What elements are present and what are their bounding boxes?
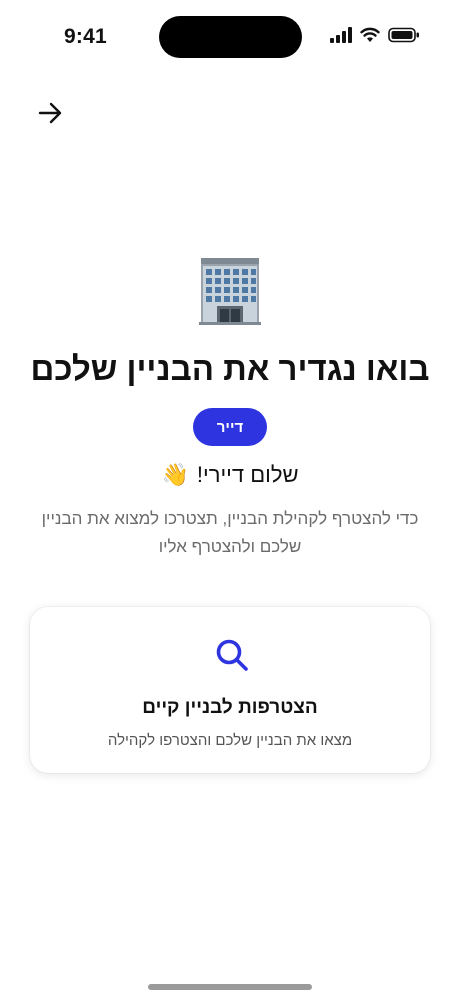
description: כדי להצטרף לקהילת הבניין, תצטרכו למצוא א…	[41, 509, 419, 556]
page-title: בואו נגדיר את הבניין שלכם	[30, 350, 430, 387]
status-bar: 9:41	[0, 0, 460, 74]
search-icon	[216, 639, 248, 671]
cellular-signal-icon	[330, 27, 352, 43]
card-subtitle: מצאו את הבניין שלכם והצטרפו לקהילה	[107, 732, 353, 749]
back-button[interactable]	[36, 98, 66, 128]
wifi-icon	[360, 27, 380, 42]
status-icons	[330, 27, 420, 43]
join-existing-building-card[interactable]: הצטרפות לבניין קיים מצאו את הבניין שלכם …	[30, 607, 430, 773]
role-badge[interactable]: דייר	[193, 408, 267, 446]
dynamic-island	[159, 16, 302, 58]
waving-hand-icon: 👋	[161, 462, 189, 487]
arrow-right-icon	[38, 102, 62, 124]
greeting-text: שלום דיירי!	[196, 462, 299, 487]
home-indicator[interactable]	[148, 984, 312, 990]
status-time: 9:41	[64, 25, 107, 48]
office-building-icon	[199, 258, 261, 325]
greeting: שלום דיירי! 👋	[0, 462, 460, 488]
battery-icon	[388, 27, 419, 43]
card-title: הצטרפות לבניין קיים	[142, 697, 318, 718]
